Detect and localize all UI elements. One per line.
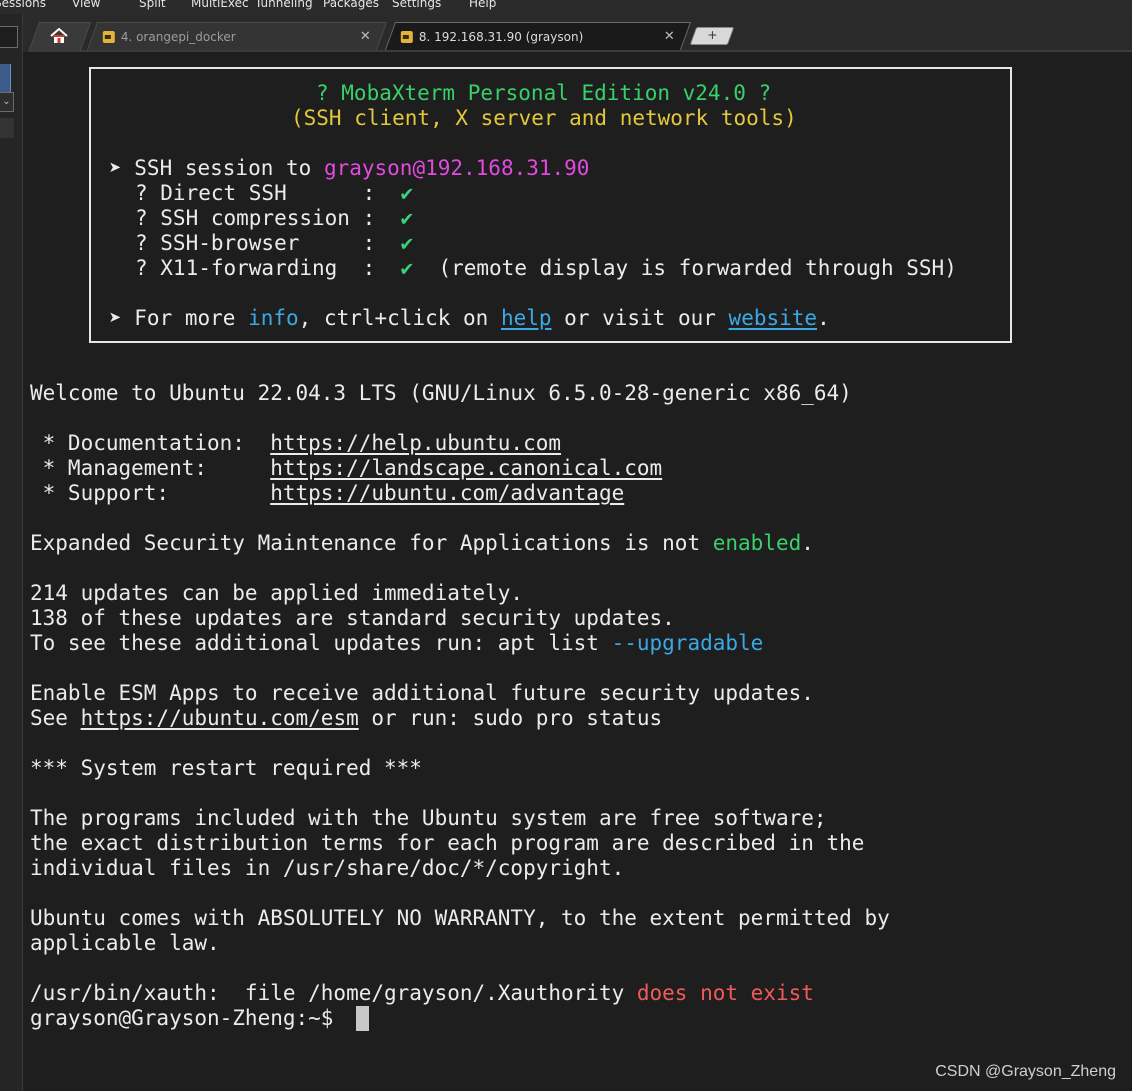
plus-icon: +	[707, 28, 718, 42]
esm-apps-suffix: or run: sudo pro status	[358, 706, 663, 730]
sidebar-panel	[0, 118, 14, 138]
esm-enabled: enabled	[712, 531, 802, 555]
support-line: * Support: https://ubuntu.com/advantage	[30, 481, 625, 506]
esm-apps-line-1: Enable ESM Apps to receive additional fu…	[30, 681, 814, 705]
esm-prefix: Expanded Security Maintenance for Applic…	[30, 531, 713, 555]
menu-bar: Sessions View Split MultiExec Tunneling …	[0, 0, 1132, 14]
shell-prompt: grayson@Grayson-Zheng:~$	[30, 1006, 347, 1030]
check-icon: ✔	[400, 206, 414, 230]
menu-tunneling[interactable]: Tunneling	[255, 0, 313, 10]
doc-link[interactable]: https://help.ubuntu.com	[270, 431, 561, 455]
more-end: .	[817, 306, 830, 330]
feature-direct-ssh: ? Direct SSH : ✔	[135, 181, 413, 206]
website-link[interactable]: website	[729, 306, 818, 330]
check-icon: ✔	[400, 231, 414, 255]
feature-label: ? SSH compression :	[135, 206, 376, 230]
doc-line: * Documentation: https://help.ubuntu.com	[30, 431, 561, 456]
feature-x11-forwarding: ? X11-forwarding : ✔ (remote display is …	[135, 256, 957, 281]
info-link[interactable]: info	[248, 306, 299, 330]
esm-apps-prefix: See	[30, 706, 81, 730]
close-icon[interactable]: ✕	[664, 23, 675, 51]
upgradable-flag: --upgradable	[611, 631, 764, 655]
tab-orangepi-docker[interactable]: 4. orangepi_docker ✕	[86, 22, 388, 51]
banner-session-line: ➤ SSH session to grayson@192.168.31.90	[109, 156, 589, 181]
left-sidebar: ⌄	[0, 14, 23, 1091]
warranty-line-1: Ubuntu comes with ABSOLUTELY NO WARRANTY…	[30, 906, 890, 930]
esm-link[interactable]: https://ubuntu.com/esm	[81, 706, 359, 730]
session-prefix: ➤ SSH session to	[109, 156, 324, 180]
feature-ssh-compression: ? SSH compression : ✔	[135, 206, 413, 231]
xauth-error: does not exist	[636, 981, 814, 1005]
terminal-cursor[interactable]	[356, 1006, 369, 1031]
updates-3-prefix: To see these additional updates run: apt…	[30, 631, 612, 655]
menu-split[interactable]: Split	[139, 0, 166, 10]
welcome-line: Welcome to Ubuntu 22.04.3 LTS (GNU/Linux…	[30, 381, 852, 405]
help-link[interactable]: help	[501, 306, 552, 330]
updates-line-2: 138 of these updates are standard securi…	[30, 606, 675, 630]
feature-label: ? X11-forwarding :	[135, 256, 376, 280]
xauth-line: /usr/bin/xauth: file /home/grayson/.Xaut…	[30, 981, 814, 1006]
sidebar-button[interactable]	[0, 64, 11, 94]
esm-end: .	[801, 531, 814, 555]
banner-title: ? MobaXterm Personal Edition v24.0 ?	[316, 81, 772, 105]
sidebar-input[interactable]	[0, 26, 18, 48]
banner-more-line: ➤ For more info, ctrl+click on help or v…	[109, 306, 830, 331]
support-link[interactable]: https://ubuntu.com/advantage	[270, 481, 624, 505]
session-target: grayson@192.168.31.90	[323, 156, 590, 180]
updates-line-3: To see these additional updates run: apt…	[30, 631, 763, 656]
mgmt-label: * Management:	[30, 456, 271, 480]
more-mid2: or visit our	[551, 306, 729, 330]
tab-label: 8. 192.168.31.90 (grayson)	[418, 30, 584, 44]
feature-label: ? Direct SSH :	[135, 181, 376, 205]
feature-label: ? SSH-browser :	[135, 231, 376, 255]
terminal-view[interactable]: ? MobaXterm Personal Edition v24.0 ? (SS…	[23, 52, 1132, 1091]
esm-apps-line-2: See https://ubuntu.com/esm or run: sudo …	[30, 706, 662, 731]
home-icon[interactable]	[50, 28, 68, 44]
updates-line-1: 214 updates can be applied immediately.	[30, 581, 524, 605]
menu-packages[interactable]: Packages	[323, 0, 379, 10]
free-line-2: the exact distribution terms for each pr…	[30, 831, 865, 855]
management-link[interactable]: https://landscape.canonical.com	[270, 456, 662, 480]
more-prefix: ➤ For more	[109, 306, 249, 330]
new-tab-button[interactable]: +	[689, 27, 735, 45]
warranty-line-2: applicable law.	[30, 931, 220, 955]
key-icon	[400, 31, 413, 43]
esm-line: Expanded Security Maintenance for Applic…	[30, 531, 814, 556]
feature-ssh-browser: ? SSH-browser : ✔	[135, 231, 413, 256]
tab-label: 4. orangepi_docker	[120, 30, 236, 44]
more-mid: , ctrl+click on	[298, 306, 501, 330]
menu-help[interactable]: Help	[469, 0, 496, 10]
free-line-1: The programs included with the Ubuntu sy…	[30, 806, 827, 830]
key-icon	[102, 31, 115, 43]
banner-subtitle: (SSH client, X server and network tools)	[291, 106, 797, 130]
mobaxterm-banner: ? MobaXterm Personal Edition v24.0 ? (SS…	[89, 67, 1012, 343]
watermark: CSDN @Grayson_Zheng	[935, 1063, 1116, 1080]
management-line: * Management: https://landscape.canonica…	[30, 456, 663, 481]
check-icon: ✔	[400, 256, 414, 280]
doc-label: * Documentation:	[30, 431, 271, 455]
menu-settings[interactable]: Settings	[392, 0, 441, 10]
menu-view[interactable]: View	[72, 0, 100, 10]
close-icon[interactable]: ✕	[360, 23, 371, 51]
menu-sessions[interactable]: Sessions	[0, 0, 46, 10]
menu-multiexec[interactable]: MultiExec	[191, 0, 249, 10]
feature-note: (remote display is forwarded through SSH…	[438, 256, 957, 280]
chevron-down-icon[interactable]: ⌄	[0, 92, 14, 112]
restart-line: *** System restart required ***	[30, 756, 422, 780]
support-label: * Support:	[30, 481, 271, 505]
free-line-3: individual files in /usr/share/doc/*/cop…	[30, 856, 625, 880]
xauth-prefix: /usr/bin/xauth: file /home/grayson/.Xaut…	[30, 981, 637, 1005]
tab-grayson-session[interactable]: 8. 192.168.31.90 (grayson) ✕	[384, 22, 692, 51]
check-icon: ✔	[400, 181, 414, 205]
